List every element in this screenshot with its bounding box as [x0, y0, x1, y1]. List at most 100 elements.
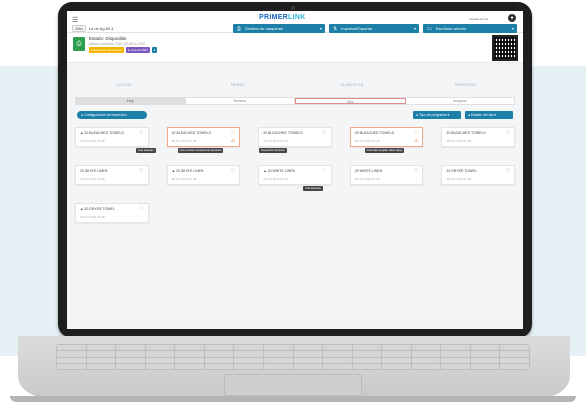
label-date: 28 Oct 2019 07:48	[354, 139, 380, 143]
section-reports[interactable]: REPORTES	[409, 83, 523, 91]
tab-week[interactable]: Semana	[185, 98, 295, 104]
label-card[interactable]: 20 BLEACHED TOWELS 28 Oct 2019 07:48 ♡	[441, 127, 515, 147]
monitor-icon: ▭	[427, 25, 432, 32]
brand-prefix: PRIMER	[259, 14, 289, 21]
label-name: 20 BLEACHED TOWELS	[171, 131, 211, 135]
webcam	[291, 6, 295, 10]
label-card[interactable]: 20 BLEACHED TOWELS 28 Oct 2019 07:48 ♡ ⚠…	[166, 127, 241, 153]
program-type-dropdown[interactable]: ● Tipo de programa ▾	[413, 111, 461, 119]
remote-desktop-button[interactable]: ▭ Escritorio remoto ▾	[423, 24, 517, 33]
label-name: 20 BLEACHED TOWELS	[446, 131, 486, 135]
heart-icon[interactable]: ♡	[231, 130, 235, 136]
laptop-screen: ☰ PRIMERLINK Usuario Demo ● Sitio La de …	[67, 11, 523, 329]
label-tooltip: Cola falta recogida, faltan del(e)	[364, 148, 405, 153]
status-badge-info[interactable]: ●	[151, 47, 158, 53]
heart-icon[interactable]: ♡	[231, 168, 235, 174]
store-label: Sitio	[72, 25, 86, 32]
section-foods[interactable]: ALIMENTOS	[295, 83, 409, 91]
heart-icon[interactable]: ♡	[139, 168, 143, 174]
label-date: 28 Oct 2019 07:48	[446, 177, 472, 181]
heart-icon[interactable]: ♡	[139, 206, 143, 212]
label-date: 28 Oct 2019 07:48	[446, 139, 472, 143]
machine-management-label: Gestión de máquinas	[245, 26, 283, 31]
status-subtitle: Última conexión 2021-02-05 a 4 PM	[89, 42, 145, 46]
label-name: 20 DRYER TOWEL	[446, 169, 477, 173]
label-name: ▲ 20 BLEACHED TOWELS	[80, 131, 124, 135]
heart-icon[interactable]: ♡	[506, 168, 510, 174]
heart-icon[interactable]: ♡	[322, 168, 326, 174]
heart-icon[interactable]: ♡	[414, 130, 418, 136]
exchange-icon: ⇅	[333, 25, 338, 32]
printer-status-icon: ⎙	[73, 37, 85, 51]
label-tooltip: Cola enviada manualmente aprobado	[177, 148, 224, 153]
label-date: 28 Oct 2019 07:48	[80, 177, 105, 181]
laptop-lid: ☰ PRIMERLINK Usuario Demo ● Sitio La de …	[58, 2, 532, 338]
tab-today[interactable]: Hoy	[76, 98, 186, 104]
label-name: ▲ 20 WHITE LINEN	[263, 169, 296, 173]
machine-management-button[interactable]: ⎙ Gestión de máquinas ▾	[233, 24, 325, 33]
heart-icon[interactable]: ♡	[322, 130, 326, 136]
label-card[interactable]: 20 WHITE LINEN 28 Oct 2019 07:48 ♡	[75, 165, 149, 185]
store-selector[interactable]: Sitio La de Ag 80.4	[72, 24, 192, 33]
label-date: 28 Oct 2019 07:48	[263, 177, 288, 181]
import-export-label: Importar/Exportar	[341, 26, 373, 31]
label-date: 28 Oct 2019 07:48	[263, 139, 288, 143]
label-name: ▲ 20 DRYER TOWEL	[80, 207, 115, 211]
label-date: 28 Oct 2019 07:48	[80, 139, 105, 143]
label-date: 28 Oct 2019 07:48	[171, 177, 197, 181]
label-card[interactable]: 20 BLEACHED TOWELS 28 Oct 2019 07:48 ♡ E…	[258, 127, 332, 153]
label-tooltip: Esperando impresión	[259, 148, 287, 153]
status-badge-sample-labels[interactable]: ● Etiquetas de ejemplo	[89, 47, 124, 53]
print-config-button[interactable]: ● Configuración de impresión	[77, 111, 147, 119]
keyboard	[56, 344, 530, 370]
tab-older[interactable]: Antiguas	[405, 98, 514, 104]
import-export-button[interactable]: ⇅ Importar/Exportar ▾	[329, 24, 419, 33]
trackpad	[224, 374, 362, 396]
warning-icon: ⚠	[413, 138, 419, 144]
chevron-down-icon: ▾	[511, 26, 514, 31]
label-date: 28 Oct 2019 07:48	[80, 215, 105, 219]
heart-icon[interactable]: ♡	[414, 168, 418, 174]
section-menus[interactable]: MENÚS	[181, 83, 295, 91]
printer-icon: ⎙	[237, 25, 242, 32]
status-badge-queue[interactable]: ● Cola de PED	[125, 47, 150, 53]
label-card[interactable]: ▲ 20 DRYER TOWEL 28 Oct 2019 07:48 ♡	[75, 203, 149, 223]
section-kitchen[interactable]: COCINA	[67, 83, 181, 91]
tab-month[interactable]: Mes	[295, 98, 406, 104]
labels-grid: ▲ 20 BLEACHED TOWELS 28 Oct 2019 07:48 ♡…	[75, 127, 515, 223]
label-card[interactable]: ▲ 20 WHITE LINEN 28 Oct 2019 07:48 ♡	[166, 165, 241, 185]
status-title: Estado: Disponible	[89, 36, 127, 41]
remote-desktop-label: Escritorio remoto	[435, 26, 466, 31]
user-avatar-icon[interactable]: ●	[508, 14, 516, 22]
label-card[interactable]: 20 DRYER TOWEL 28 Oct 2019 07:48 ♡	[441, 165, 515, 185]
user-name: Usuario Demo	[469, 17, 489, 21]
label-card[interactable]: 20 BLEACHED TOWELS 28 Oct 2019 07:48 ♡ ⚠…	[349, 127, 424, 153]
label-name: ▲ 20 WHITE LINEN	[171, 169, 204, 173]
label-name: 20 WHITE LINEN	[354, 169, 383, 173]
label-name: 20 BLEACHED TOWELS	[263, 131, 303, 135]
laptop-foot	[10, 396, 576, 402]
hamburger-menu-icon[interactable]: ☰	[72, 16, 78, 24]
period-tabs: Hoy Semana Mes Antiguas	[75, 97, 515, 105]
day-status-dropdown[interactable]: ● Estado del día ▾	[465, 111, 513, 119]
label-date: 28 Oct 2019 07:48	[171, 139, 197, 143]
label-tooltip: Cola atrasada	[303, 186, 323, 191]
brand-logo: PRIMERLINK	[259, 14, 306, 21]
qr-code	[492, 35, 518, 61]
heart-icon[interactable]: ♡	[139, 130, 143, 136]
section-nav: COCINA MENÚS ALIMENTOS REPORTES	[67, 83, 523, 91]
brand-suffix: LINK	[288, 14, 306, 21]
label-card[interactable]: 20 WHITE LINEN 28 Oct 2019 07:48 ♡	[349, 165, 424, 185]
label-tooltip: Cola atrasada	[136, 148, 156, 153]
chevron-down-icon: ▾	[319, 26, 322, 31]
heart-icon[interactable]: ♡	[506, 130, 510, 136]
printer-status-panel: ⎙ Estado: Disponible Última conexión 202…	[67, 33, 523, 63]
warning-icon: ⚠	[230, 138, 236, 144]
status-badges: ● Etiquetas de ejemplo ● Cola de PED ●	[89, 47, 158, 53]
chevron-down-icon: ▾	[413, 26, 416, 31]
label-date: 28 Oct 2019 07:48	[354, 177, 380, 181]
label-card[interactable]: ▲ 20 BLEACHED TOWELS 28 Oct 2019 07:48 ♡…	[75, 127, 156, 153]
label-card[interactable]: ▲ 20 WHITE LINEN 28 Oct 2019 07:48 ♡ Col…	[258, 165, 332, 191]
label-name: 20 WHITE LINEN	[80, 169, 108, 173]
label-name: 20 BLEACHED TOWELS	[354, 131, 395, 135]
